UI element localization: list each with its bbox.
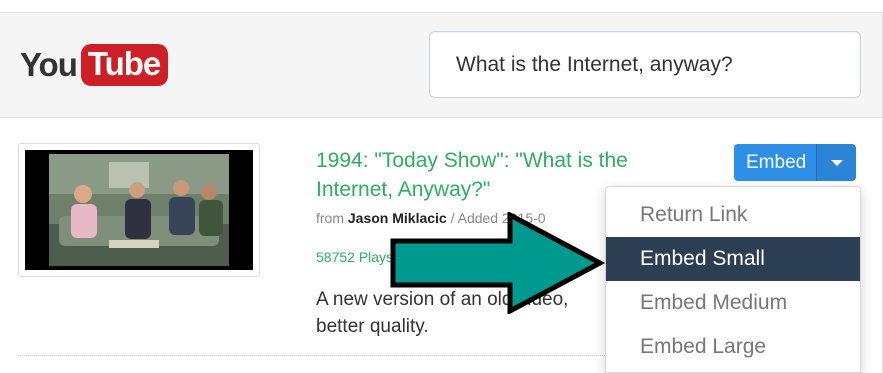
play-count: 58752 Plays xyxy=(316,249,394,265)
menu-item-embed-medium[interactable]: Embed Medium xyxy=(606,281,860,325)
logo-tube-badge: Tube xyxy=(80,44,169,86)
app-frame: You Tube 1994: "Today Show": xyxy=(0,0,883,373)
arrow-right-icon xyxy=(390,212,605,314)
embed-button[interactable]: Embed xyxy=(734,144,817,181)
thumbnail-image xyxy=(25,150,253,270)
search-input[interactable] xyxy=(429,31,861,98)
embed-dropdown-menu: Return Link Embed Small Embed Medium Emb… xyxy=(605,186,861,373)
youtube-logo[interactable]: You Tube xyxy=(20,42,169,88)
talk-show-scene xyxy=(49,154,229,266)
menu-item-embed-large[interactable]: Embed Large xyxy=(606,325,860,369)
video-thumbnail[interactable] xyxy=(18,143,260,277)
menu-item-return-link[interactable]: Return Link xyxy=(606,193,860,237)
chevron-down-icon xyxy=(830,159,843,166)
logo-you-text: You xyxy=(20,46,78,83)
meta-from-label: from xyxy=(316,210,348,226)
embed-button-group: Embed xyxy=(734,144,857,181)
menu-item-embed-small[interactable]: Embed Small xyxy=(606,237,860,281)
embed-dropdown-toggle[interactable] xyxy=(816,144,857,181)
